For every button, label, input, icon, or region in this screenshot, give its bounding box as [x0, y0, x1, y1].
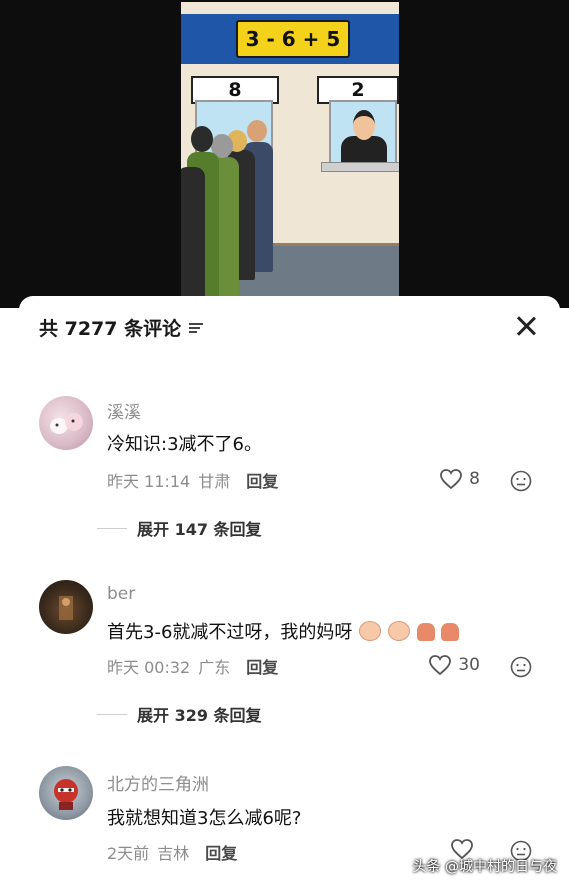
- expand-replies-button[interactable]: 展开 329 条回复: [97, 702, 262, 726]
- queue-person-head: [247, 120, 267, 142]
- comments-count-title: 共 7277 条评论: [39, 318, 182, 340]
- avatar[interactable]: [39, 396, 93, 450]
- equation-sign-board: 3 - 6 + 5: [181, 14, 399, 64]
- reply-button[interactable]: 回复: [246, 468, 278, 492]
- comment-username[interactable]: 溪溪: [107, 398, 141, 423]
- reply-button[interactable]: 回复: [205, 840, 237, 864]
- comment-text: 首先3-6就减不过呀，我的妈呀: [107, 618, 460, 644]
- comment-location: 吉林: [157, 844, 190, 863]
- heart-icon: [440, 469, 463, 490]
- comment-text-content: 首先3-6就减不过呀，我的妈呀: [107, 622, 353, 643]
- queue-person-head: [191, 126, 213, 152]
- praying-hands-emoji: [441, 623, 460, 641]
- clerk-figure: [341, 136, 387, 164]
- expand-divider: [97, 713, 127, 715]
- reply-button[interactable]: 回复: [246, 654, 278, 678]
- expand-replies-button[interactable]: 展开 147 条回复: [97, 516, 262, 540]
- avatar[interactable]: [39, 580, 93, 634]
- filter-lines-icon[interactable]: [189, 322, 204, 334]
- counter-ledge: [321, 162, 399, 172]
- comment-time: 昨天 00:32: [107, 658, 191, 677]
- like-count: 8: [469, 469, 480, 489]
- comment-location: 甘肃: [198, 472, 231, 491]
- heart-icon: [429, 655, 452, 676]
- queue-person: [181, 167, 205, 298]
- equation-sign: 3 - 6 + 5: [236, 20, 350, 58]
- comments-header: 共 7277 条评论: [39, 314, 204, 341]
- close-icon[interactable]: [514, 314, 538, 338]
- comment-text: 冷知识:3减不了6。: [107, 434, 262, 455]
- clerk-head: [353, 110, 375, 140]
- praying-hands-emoji: [416, 623, 435, 641]
- expand-replies-label: 展开 147 条回复: [137, 520, 262, 539]
- like-count: 30: [458, 655, 480, 675]
- video-player[interactable]: 3 - 6 + 5 8 2: [0, 0, 569, 308]
- comment-location: 广东: [198, 658, 231, 677]
- crying-face-emoji: [387, 621, 410, 641]
- comment-text: 我就想知道3怎么减6呢?: [107, 808, 302, 829]
- comment-time: 昨天 11:14: [107, 472, 191, 491]
- comment-meta: 2天前 吉林 回复: [107, 840, 237, 864]
- avatar[interactable]: [39, 766, 93, 820]
- like-button[interactable]: 30: [428, 654, 480, 676]
- comment-meta: 昨天 00:32 广东 回复: [107, 654, 278, 678]
- dislike-face-icon[interactable]: [510, 656, 532, 678]
- video-frame-illustration: 3 - 6 + 5 8 2: [181, 2, 399, 298]
- comment-meta: 昨天 11:14 甘肃 回复: [107, 468, 278, 492]
- like-button[interactable]: 8: [439, 468, 480, 490]
- expand-replies-label: 展开 329 条回复: [137, 706, 262, 725]
- comments-panel: 共 7277 条评论 溪溪 冷知识:3减不了6。 昨天 11:14 甘肃 回复: [19, 296, 560, 886]
- expand-divider: [97, 527, 127, 529]
- dislike-face-icon[interactable]: [510, 470, 532, 492]
- comment-username[interactable]: 北方的三角洲: [107, 770, 209, 795]
- crying-face-emoji: [359, 621, 382, 641]
- comment-time: 2天前: [107, 844, 150, 863]
- watermark: 头条 @城中村的日与夜: [412, 859, 557, 875]
- comment-username[interactable]: ber: [107, 584, 135, 604]
